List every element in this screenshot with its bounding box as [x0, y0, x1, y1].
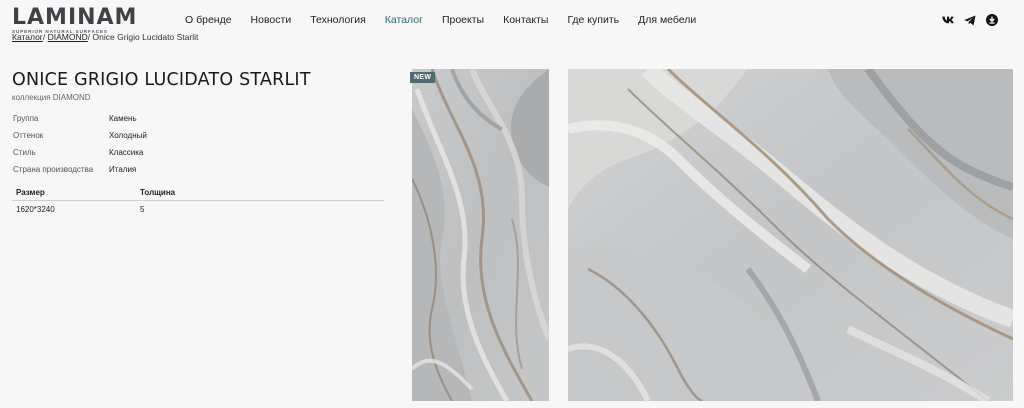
product-title: ONICE GRIGIO LUCIDATO STARLIT [12, 70, 311, 90]
table-row: 1620*3240 5 [12, 201, 384, 218]
nav-item-contacts[interactable]: Контакты [503, 14, 548, 26]
new-badge: NEW [410, 72, 436, 83]
size-cell: 1620*3240 [16, 205, 55, 214]
download-icon[interactable] [985, 13, 999, 27]
property-key: Группа [13, 114, 39, 123]
property-key: Страна производства [13, 165, 94, 174]
breadcrumb-catalog[interactable]: Каталог [12, 32, 43, 42]
property-key: Стиль [13, 148, 36, 157]
nav-item-furniture[interactable]: Для мебели [638, 14, 696, 26]
property-value: Холодный [109, 131, 147, 140]
nav-item-news[interactable]: Новости [251, 14, 292, 26]
telegram-icon[interactable] [963, 13, 977, 27]
property-row: Оттенок Холодный [13, 131, 147, 148]
breadcrumb-current: Onice Grigio Lucidato Starlit [92, 32, 199, 42]
size-table-header: Размер Толщина [12, 186, 384, 201]
property-value: Италия [109, 165, 137, 174]
property-value: Классика [109, 148, 144, 157]
nav-item-projects[interactable]: Проекты [442, 14, 484, 26]
nav-item-technology[interactable]: Технология [310, 14, 366, 26]
nav-item-catalog[interactable]: Каталог [385, 14, 423, 26]
size-column-header: Размер [16, 188, 45, 197]
size-table: Размер Толщина 1620*3240 5 [12, 186, 384, 218]
product-properties: Группа Камень Оттенок Холодный Стиль Кла… [13, 114, 147, 182]
product-image-slab[interactable] [412, 69, 549, 401]
nav-item-where-to-buy[interactable]: Где купить [567, 14, 619, 26]
property-row: Стиль Классика [13, 148, 147, 165]
breadcrumb-collection[interactable]: DIAMOND [48, 32, 88, 42]
logo-wordmark: LAMINAM [12, 5, 138, 30]
property-row: Страна производства Италия [13, 165, 147, 182]
property-value: Камень [109, 114, 137, 123]
product-collection: коллекция DIAMOND [12, 93, 91, 102]
vk-icon[interactable] [941, 13, 955, 27]
property-row: Группа Камень [13, 114, 147, 131]
property-key: Оттенок [13, 131, 44, 140]
product-image-detail[interactable] [568, 69, 1013, 401]
social-links [941, 13, 999, 27]
main-nav: О бренде Новости Технология Каталог Прое… [185, 14, 715, 26]
nav-item-brand[interactable]: О бренде [185, 14, 232, 26]
thickness-column-header: Толщина [140, 188, 176, 197]
breadcrumb: Каталог/ DIAMOND/ Onice Grigio Lucidato … [12, 32, 198, 42]
brand-logo[interactable]: LAMINAM SUPERIOR NATURAL SURFACES [12, 5, 138, 35]
thickness-cell: 5 [140, 205, 145, 214]
